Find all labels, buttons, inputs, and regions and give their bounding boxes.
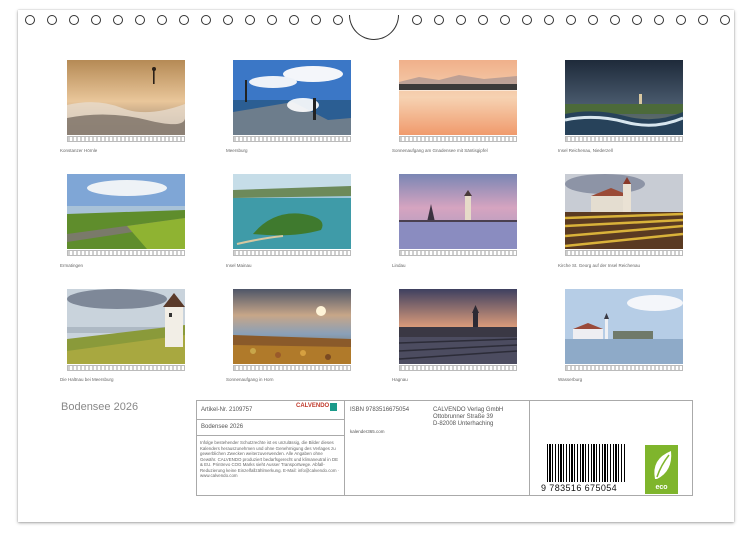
binding-hole xyxy=(676,15,686,25)
binding-hole xyxy=(544,15,554,25)
barcode-number: 9 783516 675054 xyxy=(541,483,618,493)
legal-text: Infolge bestehender Schutzrechte ist es … xyxy=(200,440,340,478)
thumbnail-caption: Kirche St. Georg auf der Insel Reichenau xyxy=(558,263,641,268)
photo-gnadensee-sunrise xyxy=(399,60,517,135)
binding-hole xyxy=(698,15,708,25)
binding-hole xyxy=(434,15,444,25)
barcode xyxy=(547,444,625,482)
publisher-line-3: D-82008 Unterhaching xyxy=(433,421,494,427)
thumbnail-caption: Ermatingen xyxy=(60,263,84,268)
binding-hole xyxy=(223,15,233,25)
photo-insel-mainau xyxy=(233,174,351,249)
thumbnail xyxy=(399,60,517,144)
date-strip xyxy=(399,365,517,371)
thumbnail xyxy=(233,60,351,144)
binding-hole xyxy=(179,15,189,25)
photo-haltnau-meersburg xyxy=(67,289,185,364)
date-strip xyxy=(67,136,185,142)
thumbnail-caption: Konstanzer Hörnle xyxy=(60,148,98,153)
binding-hole xyxy=(289,15,299,25)
website: kalender365.com xyxy=(350,429,385,434)
binding-hole xyxy=(91,15,101,25)
thumbnail xyxy=(399,174,517,258)
binding-hole xyxy=(456,15,466,25)
isbn: ISBN 9783516675054 xyxy=(350,407,410,413)
publisher-line-2: Ottobrunner Straße 39 xyxy=(433,414,494,420)
binding-hole xyxy=(113,15,123,25)
eco-label: eco xyxy=(655,484,668,491)
subtitle: Bodensee 2026 xyxy=(201,424,244,430)
thumbnail-caption: Sonnenaufgang in Horn xyxy=(226,377,274,382)
binding-hole xyxy=(267,15,277,25)
binding-hole xyxy=(311,15,321,25)
thumbnail xyxy=(67,174,185,258)
thumbnail-caption: Meersburg xyxy=(226,148,248,153)
photo-st-georg-reichenau xyxy=(565,174,683,249)
photo-hagnau xyxy=(399,289,517,364)
date-strip xyxy=(233,365,351,371)
binding-hole xyxy=(157,15,167,25)
binding-hole xyxy=(588,15,598,25)
calendar-title: Bodensee 2026 xyxy=(61,401,139,413)
thumbnail xyxy=(67,289,185,373)
photo-meersburg xyxy=(233,60,351,135)
binding-hole xyxy=(500,15,510,25)
date-strip xyxy=(565,136,683,142)
thumbnail-caption: Insel Mainau xyxy=(226,263,252,268)
thumbnail-caption: Sonnenaufgang am Gnadensee mit Säntisgip… xyxy=(392,148,488,153)
binding-hole xyxy=(412,15,422,25)
binding-hole xyxy=(566,15,576,25)
thumbnail-caption: Die Haltnau bei Meersburg xyxy=(60,377,114,382)
thumbnail xyxy=(233,174,351,258)
thumbnail xyxy=(67,60,185,144)
photo-sunrise-horn xyxy=(233,289,351,364)
binding-hole xyxy=(25,15,35,25)
date-strip xyxy=(67,365,185,371)
thumbnail-caption: Hagnau xyxy=(392,377,408,382)
binding-hole xyxy=(245,15,255,25)
binding-hole xyxy=(720,15,730,25)
photo-lindau xyxy=(399,174,517,249)
binding-hole xyxy=(201,15,211,25)
binding-hole xyxy=(135,15,145,25)
calvendo-logo-icon xyxy=(330,403,337,411)
date-strip xyxy=(399,250,517,256)
date-strip xyxy=(233,136,351,142)
publisher-line-1: CALVENDO Verlag GmbH xyxy=(433,407,504,413)
leaf-icon xyxy=(654,451,672,479)
thumbnail xyxy=(565,60,683,144)
date-strip xyxy=(233,250,351,256)
article-number: Artikel-Nr. 2109757 xyxy=(201,407,253,413)
thumbnail-caption: Insel Reichenau, Niederzell xyxy=(558,148,613,153)
date-strip xyxy=(565,250,683,256)
date-strip xyxy=(399,136,517,142)
thumbnail xyxy=(565,289,683,373)
binding-hole xyxy=(333,15,343,25)
photo-reichenau-niederzell xyxy=(565,60,683,135)
date-strip xyxy=(67,250,185,256)
binding-hole xyxy=(632,15,642,25)
date-strip xyxy=(565,365,683,371)
binding-hole xyxy=(47,15,57,25)
binding-hole xyxy=(69,15,79,25)
thumbnail xyxy=(565,174,683,258)
binding-hole xyxy=(478,15,488,25)
photo-wasserburg xyxy=(565,289,683,364)
eco-badge: eco xyxy=(645,445,678,494)
thumbnail-caption: Wasserburg xyxy=(558,377,583,382)
binding-hole xyxy=(610,15,620,25)
binding-hole xyxy=(522,15,532,25)
binding-hole xyxy=(654,15,664,25)
thumbnail xyxy=(233,289,351,373)
thumbnail-caption: Lindau xyxy=(392,263,406,268)
photo-konstanzer-hoernle xyxy=(67,60,185,135)
thumbnail xyxy=(399,289,517,373)
photo-ermatingen xyxy=(67,174,185,249)
calvendo-logo-text: CALVENDO xyxy=(296,403,330,409)
